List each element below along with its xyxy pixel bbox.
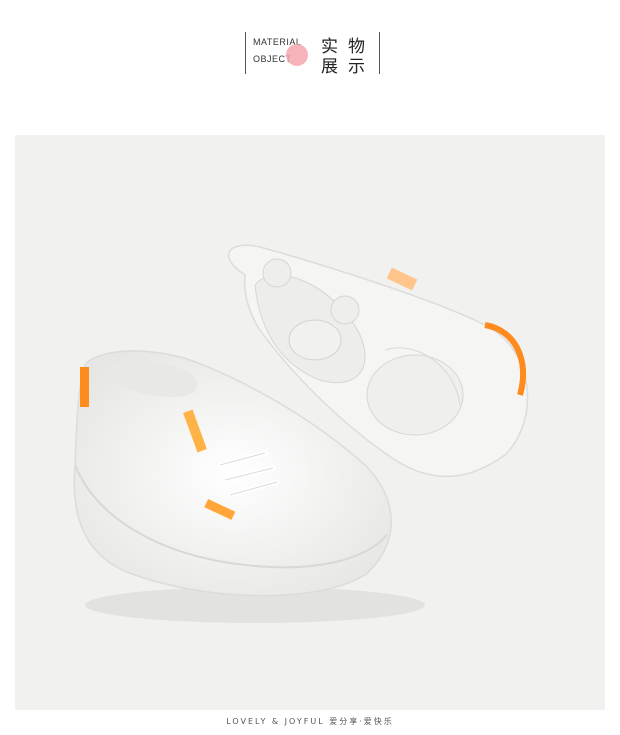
footer-slogan: LOVELY & JOYFUL 爱分享·爱快乐 xyxy=(226,717,394,726)
title-divider-right xyxy=(379,32,380,74)
product-photo xyxy=(15,135,605,710)
sneaker-pair-image xyxy=(73,244,529,623)
title-accent-dot xyxy=(286,44,308,66)
title-zh-char4: 示 xyxy=(348,57,365,77)
section-title: MATERIAL OBJECT 实 物 展 示 xyxy=(245,30,385,77)
title-zh-char3: 展 xyxy=(321,57,338,77)
title-divider-left xyxy=(245,32,246,74)
